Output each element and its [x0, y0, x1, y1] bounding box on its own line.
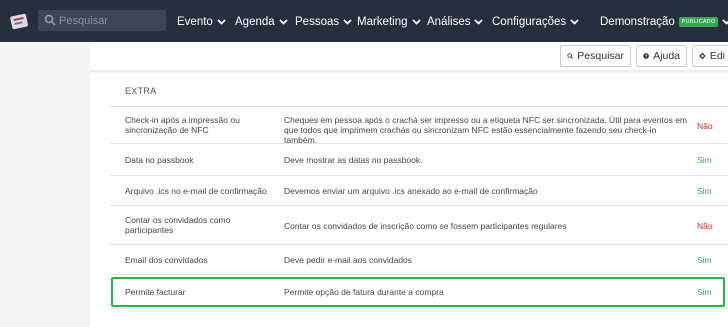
- setting-name: Data no passbook: [125, 155, 194, 165]
- help-button-label: Ajuda: [653, 50, 680, 62]
- setting-description: Contar os convidados de inscrição como s…: [284, 221, 567, 231]
- nav-evento-label: Evento: [177, 16, 213, 28]
- settings-row[interactable]: Email dos convidados Deve pedir e-mail a…: [110, 245, 728, 275]
- app-logo-icon[interactable]: [9, 11, 29, 31]
- setting-value[interactable]: Sim: [697, 186, 712, 196]
- setting-name: Check-in após a impressão ou sincronizaç…: [125, 115, 240, 135]
- nav-analises[interactable]: Análises: [427, 14, 484, 30]
- toolbar-divider: [90, 70, 728, 75]
- chevron-down-icon: [279, 19, 288, 25]
- nav-configuracoes-label: Configurações: [492, 16, 567, 28]
- setting-value[interactable]: Não: [697, 221, 713, 231]
- settings-row[interactable]: Data no passbook Deve mostrar as datas n…: [110, 144, 728, 176]
- setting-name: Email dos convidados: [125, 255, 208, 265]
- search-icon: [567, 53, 574, 59]
- help-button[interactable]: ? Ajuda: [636, 45, 687, 67]
- chevron-down-icon: [722, 19, 728, 25]
- question-circle-icon: ?: [643, 53, 649, 59]
- chevron-down-icon: [217, 19, 226, 25]
- search-box[interactable]: [38, 10, 166, 31]
- chevron-down-icon: [411, 19, 421, 25]
- setting-value[interactable]: Não: [697, 121, 713, 131]
- nav-evento[interactable]: Evento: [177, 14, 226, 30]
- nav-configuracoes[interactable]: Configurações: [492, 14, 579, 30]
- edit-button[interactable]: Edi: [692, 45, 728, 67]
- settings-row[interactable]: Check-in após a impressão ou sincronizaç…: [110, 107, 728, 145]
- setting-name: Arquivo .ics no e-mail de confirmação: [125, 186, 267, 196]
- published-badge: PUBLICADO: [678, 17, 719, 27]
- settings-row[interactable]: Contar os convidados como participantes …: [110, 206, 728, 245]
- setting-description: Deve mostrar as datas no passbook.: [284, 155, 423, 165]
- chevron-down-icon: [343, 19, 352, 25]
- top-navbar: Evento Agenda Pessoas Marketing Análises…: [0, 0, 728, 42]
- setting-description: Cheques em pessoa após o crachá ser impr…: [284, 115, 688, 145]
- demo-event-label: Demonstração: [600, 16, 675, 28]
- highlight-box: [111, 277, 725, 307]
- search-button-label: Pesquisar: [577, 50, 624, 62]
- nav-demo-event[interactable]: Demonstração PUBLICADO: [600, 14, 728, 30]
- chevron-down-icon: [570, 19, 579, 25]
- search-icon: [44, 14, 56, 26]
- nav-marketing-label: Marketing: [357, 16, 408, 28]
- setting-description: Deve pedir e-mail aos convidados: [284, 255, 413, 265]
- search-button[interactable]: Pesquisar: [560, 45, 631, 67]
- nav-pessoas[interactable]: Pessoas: [295, 14, 352, 30]
- setting-value[interactable]: Sim: [697, 155, 712, 165]
- nav-marketing[interactable]: Marketing: [357, 14, 421, 30]
- chevron-down-icon: [474, 19, 484, 25]
- gear-icon: [699, 52, 706, 60]
- nav-pessoas-label: Pessoas: [295, 16, 340, 28]
- left-sidebar: [0, 42, 90, 327]
- nav-analises-label: Análises: [427, 16, 471, 28]
- search-input[interactable]: [59, 12, 159, 29]
- section-title: EXTRA: [125, 86, 157, 96]
- nav-agenda[interactable]: Agenda: [235, 14, 288, 30]
- setting-name: Contar os convidados como participantes: [125, 215, 231, 235]
- setting-value[interactable]: Sim: [697, 255, 712, 265]
- settings-row[interactable]: Arquivo .ics no e-mail de confirmação De…: [110, 176, 728, 206]
- nav-agenda-label: Agenda: [235, 16, 275, 28]
- edit-button-label: Edi: [709, 50, 725, 62]
- setting-description: Devemos enviar um arquivo .ics anexado a…: [284, 186, 538, 196]
